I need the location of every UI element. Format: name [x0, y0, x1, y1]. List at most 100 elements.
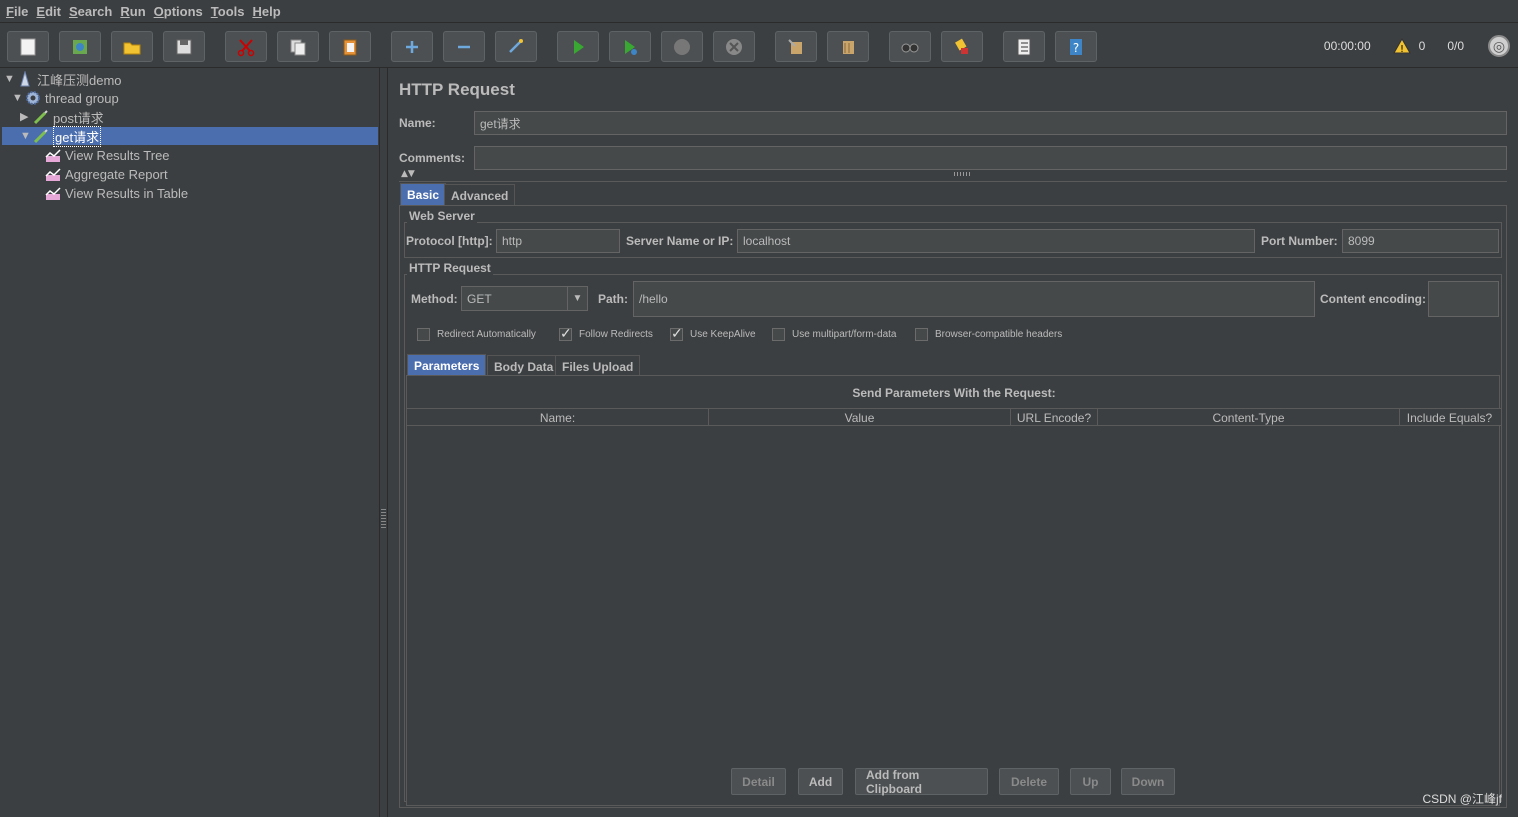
collapse-triangle-icon[interactable]: ▼: [4, 73, 16, 85]
tree-node-thread-group[interactable]: ▼ thread group: [12, 89, 119, 107]
tab-body-data[interactable]: Body Data: [487, 355, 561, 377]
checkbox-label: Follow Redirects: [579, 329, 653, 340]
checkbox-label: Redirect Automatically: [437, 329, 536, 340]
method-select[interactable]: GET ▼: [461, 286, 588, 311]
cut-button[interactable]: [225, 31, 267, 62]
server-label: Server Name or IP:: [626, 234, 734, 248]
tab-basic[interactable]: Basic: [400, 183, 447, 205]
down-button[interactable]: Down: [1121, 768, 1175, 795]
save-button[interactable]: [163, 31, 205, 62]
checkbox-label: Use multipart/form-data: [792, 329, 897, 340]
method-value: GET: [467, 291, 492, 306]
shutdown-button[interactable]: [713, 31, 755, 62]
clear-all-button[interactable]: [827, 31, 869, 62]
toggle-button[interactable]: [495, 31, 537, 62]
menu-help[interactable]: Help: [248, 4, 284, 19]
tree-node-test-plan[interactable]: ▼ 江峰压测demo: [4, 70, 122, 88]
function-helper-icon: [1017, 38, 1031, 55]
expand-triangle-icon[interactable]: ▶: [20, 111, 32, 123]
copy-button[interactable]: [277, 31, 319, 62]
tab-advanced[interactable]: Advanced: [444, 184, 516, 206]
web-server-title: Web Server: [407, 209, 477, 223]
menu-search[interactable]: Search: [65, 4, 116, 19]
collapse-button[interactable]: [443, 31, 485, 62]
server-field[interactable]: localhost: [737, 229, 1255, 253]
open-button[interactable]: [111, 31, 153, 62]
help-icon: ?: [1070, 38, 1082, 55]
tab-parameters[interactable]: Parameters: [407, 354, 487, 376]
tree-node-post-sampler[interactable]: ▶ post请求: [20, 108, 104, 126]
protocol-label: Protocol [http]:: [406, 234, 493, 248]
follow-redirects-checkbox[interactable]: Follow Redirects: [559, 325, 653, 342]
protocol-field[interactable]: http: [496, 229, 620, 253]
resize-grip-icon[interactable]: [954, 172, 972, 176]
add-from-clipboard-button[interactable]: Add from Clipboard: [855, 768, 988, 796]
use-keepalive-checkbox[interactable]: Use KeepAlive: [670, 325, 756, 342]
save-icon: [176, 39, 192, 54]
chevron-down-icon[interactable]: ▼: [567, 287, 587, 310]
clear-button[interactable]: [775, 31, 817, 62]
templates-icon: [73, 39, 87, 54]
encoding-field[interactable]: [1428, 281, 1499, 317]
tree-node-listener[interactable]: View Results Tree: [44, 146, 170, 164]
tree-node-get-sampler[interactable]: ▼ get请求: [2, 125, 378, 147]
reset-search-button[interactable]: [941, 31, 983, 62]
toolbar: ? 00:00:00 ! 0 0/0 ◎: [0, 24, 1518, 68]
path-field[interactable]: /hello: [633, 281, 1315, 317]
tree-label-listener: Aggregate Report: [65, 166, 168, 182]
comments-field[interactable]: [474, 146, 1507, 170]
collapse-arrows-icon[interactable]: ▲▼: [401, 169, 415, 179]
tree-node-listener[interactable]: Aggregate Report: [44, 165, 168, 183]
tree-node-listener[interactable]: View Results in Table: [44, 184, 188, 202]
checkbox-box[interactable]: [670, 325, 683, 342]
new-button[interactable]: [7, 31, 49, 62]
checkbox-box[interactable]: [772, 328, 785, 341]
search-button[interactable]: [889, 31, 931, 62]
menu-tools[interactable]: Tools: [207, 4, 249, 19]
collapse-triangle-icon[interactable]: ▼: [20, 130, 32, 142]
column-header-url-encode[interactable]: URL Encode?: [1011, 409, 1098, 426]
stop-button[interactable]: [661, 31, 703, 62]
redirect-automatically-checkbox[interactable]: Redirect Automatically: [417, 328, 536, 341]
column-header-name[interactable]: Name:: [407, 409, 709, 426]
up-button[interactable]: Up: [1070, 768, 1111, 795]
name-field[interactable]: get请求: [474, 111, 1507, 135]
column-header-value[interactable]: Value: [709, 409, 1011, 426]
menu-run[interactable]: Run: [116, 4, 149, 19]
pipette-icon: [32, 127, 50, 145]
params-caption: Send Parameters With the Request:: [852, 386, 1056, 400]
tree-label-post-sampler: post请求: [53, 110, 104, 126]
templates-button[interactable]: [59, 31, 101, 62]
warning-icon[interactable]: !: [1392, 38, 1411, 54]
collapse-triangle-icon[interactable]: ▼: [12, 92, 24, 104]
help-button[interactable]: ?: [1055, 31, 1097, 62]
function-helper-button[interactable]: [1003, 31, 1045, 62]
cut-icon: [237, 38, 255, 56]
http-request-title: HTTP Request: [407, 261, 493, 275]
column-header-include-equals[interactable]: Include Equals?: [1400, 409, 1499, 426]
checkbox-box[interactable]: [559, 325, 572, 342]
expand-button[interactable]: [391, 31, 433, 62]
start-button[interactable]: [557, 31, 599, 62]
pipette-icon: [32, 108, 50, 126]
delete-button[interactable]: Delete: [999, 768, 1059, 795]
browser-compatible-headers-checkbox[interactable]: Browser-compatible headers: [915, 328, 1062, 341]
menu-edit[interactable]: Edit: [32, 4, 65, 19]
port-field[interactable]: 8099: [1342, 229, 1499, 253]
use-multipart-checkbox[interactable]: Use multipart/form-data: [772, 328, 896, 341]
detail-button[interactable]: Detail: [731, 768, 786, 795]
graph-icon: [44, 165, 62, 183]
column-header-content-type[interactable]: Content-Type: [1098, 409, 1400, 426]
add-button[interactable]: Add: [798, 768, 843, 795]
parameters-table: Send Parameters With the Request: Name: …: [406, 375, 1501, 806]
splitter-grip[interactable]: [381, 508, 386, 528]
paste-button[interactable]: [329, 31, 371, 62]
checkbox-box[interactable]: [417, 328, 430, 341]
tab-files-upload[interactable]: Files Upload: [555, 355, 641, 377]
checkbox-box[interactable]: [915, 328, 928, 341]
menu-options[interactable]: Options: [150, 4, 207, 19]
active-threads: 0/0: [1447, 39, 1464, 53]
pane-splitter[interactable]: [380, 68, 388, 817]
start-no-pauses-button[interactable]: [609, 31, 651, 62]
menu-file[interactable]: File: [2, 4, 32, 19]
